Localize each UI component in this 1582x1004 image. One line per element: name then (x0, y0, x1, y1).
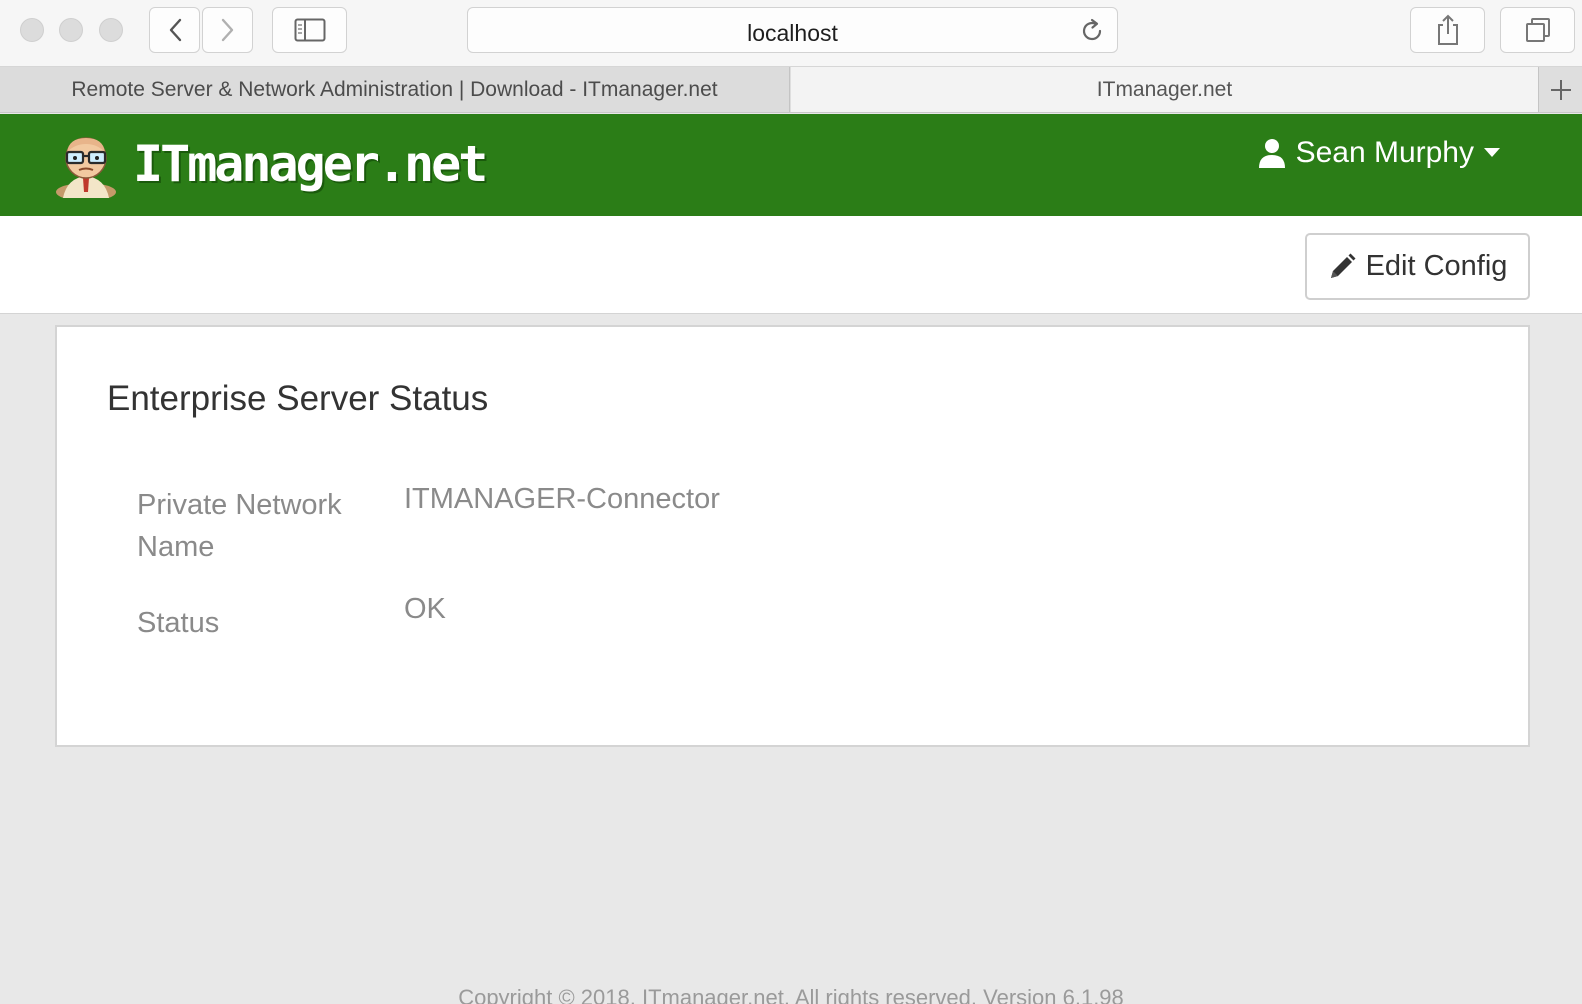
site-logo[interactable]: ITmanager.net (53, 130, 488, 198)
user-menu[interactable]: Sean Murphy (1258, 136, 1500, 170)
field-label-network-name: Private Network Name (137, 489, 342, 563)
field-label-status: Status (137, 607, 220, 639)
chevron-right-icon (221, 18, 233, 42)
tabs-overview-icon (1525, 18, 1550, 42)
tab-overview-button[interactable] (1500, 7, 1575, 53)
sidebar-toggle-button[interactable] (272, 7, 347, 53)
chevron-left-icon (169, 18, 181, 42)
field-value-network-name: ITMANAGER-Connector (404, 483, 720, 515)
edit-config-label: Edit Config (1365, 250, 1508, 282)
brand-name: ITmanager.net (133, 135, 488, 193)
share-icon (1437, 14, 1458, 45)
forward-button[interactable] (202, 7, 253, 53)
user-name: Sean Murphy (1295, 136, 1474, 169)
edit-config-button[interactable]: Edit Config (1305, 233, 1530, 300)
page-toolbar: Edit Config (0, 216, 1582, 314)
browser-toolbar: localhost (0, 0, 1582, 67)
server-status-panel: Enterprise Server Status Private Network… (55, 325, 1530, 747)
sidebar-icon (294, 18, 325, 42)
minimize-window-button[interactable] (59, 18, 83, 42)
mascot-logo-icon (56, 137, 116, 198)
user-icon (1258, 139, 1285, 168)
site-header: ITmanager.net Sean Murphy (0, 114, 1582, 216)
pencil-icon (1330, 253, 1356, 278)
address-bar[interactable]: localhost (467, 7, 1118, 53)
share-button[interactable] (1410, 7, 1485, 53)
zoom-window-button[interactable] (99, 18, 123, 42)
caret-down-icon (1484, 148, 1500, 157)
plus-icon (1551, 79, 1571, 100)
footer-copyright: Copyright © 2018, ITmanager.net. All rig… (458, 985, 1124, 1004)
browser-tab-itmanager[interactable]: ITmanager.net (791, 67, 1539, 112)
browser-tab-remote-server[interactable]: Remote Server & Network Administration |… (0, 67, 790, 112)
address-text: localhost (747, 20, 838, 46)
tab-bar: Remote Server & Network Administration |… (0, 67, 1582, 113)
back-button[interactable] (149, 7, 200, 53)
close-window-button[interactable] (20, 18, 44, 42)
panel-title: Enterprise Server Status (107, 379, 489, 418)
reload-icon[interactable] (1078, 17, 1106, 45)
new-tab-button[interactable] (1540, 67, 1582, 112)
field-value-status: OK (404, 593, 446, 625)
